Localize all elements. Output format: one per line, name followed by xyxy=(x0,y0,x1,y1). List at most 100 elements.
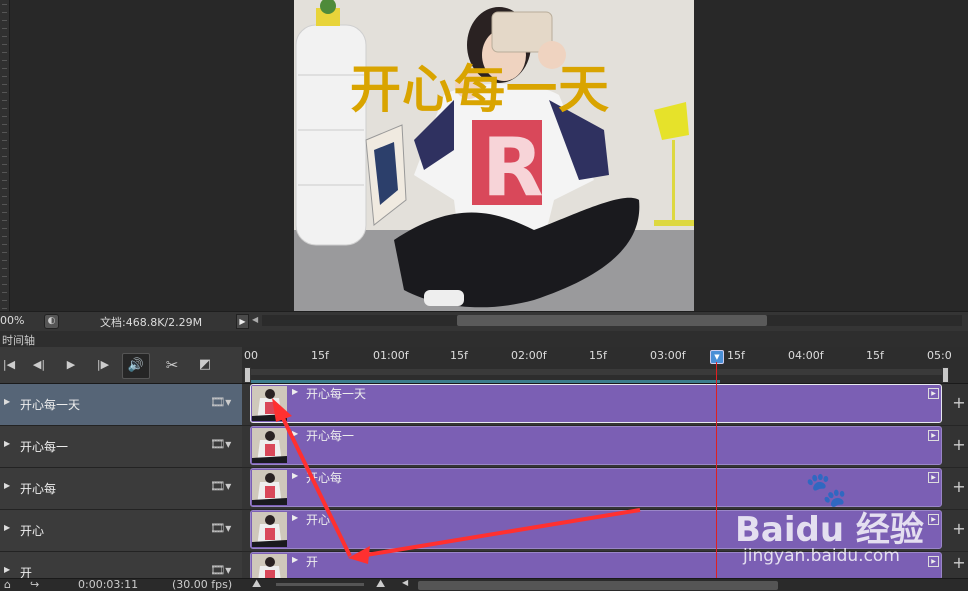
ruler-tick xyxy=(2,308,7,309)
expand-triangle-icon[interactable]: ▶ xyxy=(4,481,10,490)
expand-triangle-icon[interactable]: ▶ xyxy=(4,523,10,532)
ruler-tick xyxy=(2,252,7,253)
expand-triangle-icon[interactable]: ▶ xyxy=(4,397,10,406)
film-strip-menu-icon[interactable]: 🎞▾ xyxy=(210,395,231,409)
clip-label: 开 xyxy=(306,555,319,569)
film-strip-menu-icon[interactable]: 🎞▾ xyxy=(210,479,231,493)
clip-thumbnail xyxy=(252,470,287,505)
audio-toggle-button[interactable]: 🔊 xyxy=(122,353,150,379)
ruler-tick xyxy=(2,212,7,213)
layer-row[interactable]: ▶ 开心每 🎞▾ xyxy=(0,468,242,510)
ruler-tick xyxy=(2,36,7,37)
overlay-text-layer[interactable]: 开心每一天 xyxy=(350,48,610,122)
time-label: 15f xyxy=(727,349,745,362)
ruler-tick xyxy=(2,52,7,53)
film-strip-menu-icon[interactable]: 🎞▾ xyxy=(210,437,231,451)
ruler-tick xyxy=(2,188,7,189)
ruler-tick xyxy=(2,84,7,85)
zoom-level[interactable]: 00% xyxy=(0,314,24,327)
ruler-tick xyxy=(2,140,7,141)
watermark-url: jingyan.baidu.com xyxy=(743,546,900,566)
ruler-tick xyxy=(2,4,7,5)
canvas-horizontal-scrollbar[interactable] xyxy=(262,315,962,326)
zoom-out-icon[interactable]: ⛰ xyxy=(252,577,261,591)
range-bar[interactable] xyxy=(246,369,946,375)
timeline-scroll-left-icon[interactable]: ◀ xyxy=(402,578,408,587)
clip-expand-icon[interactable]: ▶ xyxy=(292,513,298,522)
layer-name: 开心每一天 xyxy=(20,398,81,412)
layer-row[interactable]: ▶ 开心 🎞▾ xyxy=(0,510,242,552)
ruler-tick xyxy=(2,300,7,301)
ruler-tick xyxy=(2,236,7,237)
timeline-zoom-slider[interactable] xyxy=(276,583,364,586)
time-label: 02:00f xyxy=(511,349,547,362)
time-label: 05:0 xyxy=(927,349,952,362)
baidu-jingyan-watermark: 🐾 Baidu 经验 jingyan.baidu.com xyxy=(735,470,965,580)
ruler-tick xyxy=(2,268,7,269)
clip-end-menu-icon[interactable]: ▶ xyxy=(928,388,939,399)
ruler-tick xyxy=(2,164,7,165)
frame-rate: (30.00 fps) xyxy=(172,578,233,591)
film-strip-menu-icon[interactable]: 🎞▾ xyxy=(210,563,231,577)
playhead-line xyxy=(716,362,717,590)
add-media-button[interactable]: + xyxy=(950,384,968,425)
expand-triangle-icon[interactable]: ▶ xyxy=(4,439,10,448)
time-label: 15f xyxy=(311,349,329,362)
layer-row[interactable]: ▶ 开 🎞▾ xyxy=(0,552,242,579)
render-icon[interactable]: ↪ xyxy=(30,578,39,591)
video-clip[interactable]: ▶ 开心每一天 ▶ xyxy=(250,384,942,423)
clip-end-menu-icon[interactable]: ▶ xyxy=(928,430,939,441)
time-label: 15f xyxy=(450,349,468,362)
previous-frame-button[interactable]: ◀| xyxy=(30,357,48,373)
ruler-tick xyxy=(2,60,7,61)
clip-thumbnail xyxy=(252,428,287,463)
play-button[interactable]: ▶ xyxy=(62,357,80,373)
status-menu-arrow-icon[interactable]: ▶ xyxy=(236,314,249,329)
expand-triangle-icon[interactable]: ▶ xyxy=(4,565,10,574)
ruler-tick xyxy=(2,76,7,77)
document-size-info: 文档:468.8K/2.29M xyxy=(100,316,203,329)
next-frame-button[interactable]: |▶ xyxy=(94,357,112,373)
ruler-tick xyxy=(2,276,7,277)
film-strip-menu-icon[interactable]: 🎞▾ xyxy=(210,521,231,535)
timeline-horizontal-scrollbar[interactable] xyxy=(418,581,778,590)
clip-expand-icon[interactable]: ▶ xyxy=(292,555,298,564)
layer-row[interactable]: ▶ 开心每一 🎞▾ xyxy=(0,426,242,468)
clip-label: 开心每 xyxy=(306,471,343,485)
layer-name: 开心每一 xyxy=(20,440,69,454)
tab-timeline[interactable]: 时间轴 xyxy=(2,332,35,348)
ruler-tick xyxy=(2,148,7,149)
time-ruler[interactable]: 00 15f 01:00f 15f 02:00f 15f 03:00f 15f … xyxy=(242,347,968,384)
split-scissors-icon[interactable]: ✂ xyxy=(163,357,181,373)
ruler-tick xyxy=(2,132,7,133)
video-clip[interactable]: ▶ 开心每一 ▶ xyxy=(250,426,942,465)
zoom-in-icon[interactable]: ⛰ xyxy=(376,577,385,591)
svg-text:R: R xyxy=(482,121,544,214)
watermark-brand: Baidu 经验 xyxy=(735,510,924,550)
clip-expand-icon[interactable]: ▶ xyxy=(292,429,298,438)
doc-status-icon[interactable]: ◐ xyxy=(44,314,59,329)
work-area-start-handle[interactable] xyxy=(244,367,251,383)
vertical-ruler xyxy=(0,0,10,311)
ruler-tick xyxy=(2,116,7,117)
clip-expand-icon[interactable]: ▶ xyxy=(292,471,298,480)
ruler-tick xyxy=(2,20,7,21)
clip-label: 开心每一 xyxy=(306,429,355,443)
canvas-photo[interactable]: R 开心每一天 xyxy=(294,0,694,311)
transition-icon[interactable]: ◩ xyxy=(196,357,214,373)
playhead-handle[interactable]: ▼ xyxy=(710,350,724,364)
document-canvas-area[interactable]: R 开心每一天 xyxy=(0,0,968,311)
scrollbar-thumb[interactable] xyxy=(457,315,767,326)
add-media-button[interactable]: + xyxy=(950,426,968,467)
layer-name: 开 xyxy=(20,566,33,579)
ruler-tick xyxy=(2,12,7,13)
clip-expand-icon[interactable]: ▶ xyxy=(292,387,298,396)
work-area-bar[interactable] xyxy=(250,380,720,383)
scroll-left-arrow-icon[interactable]: ◀ xyxy=(252,315,258,324)
ruler-tick xyxy=(2,204,7,205)
convert-frame-icon[interactable]: ⌂ xyxy=(4,578,11,591)
layer-row[interactable]: ▶ 开心每一天 🎞▾ xyxy=(0,384,242,426)
ruler-tick xyxy=(2,172,7,173)
work-area-end-handle[interactable] xyxy=(942,367,949,383)
first-frame-button[interactable]: |◀ xyxy=(0,357,18,373)
